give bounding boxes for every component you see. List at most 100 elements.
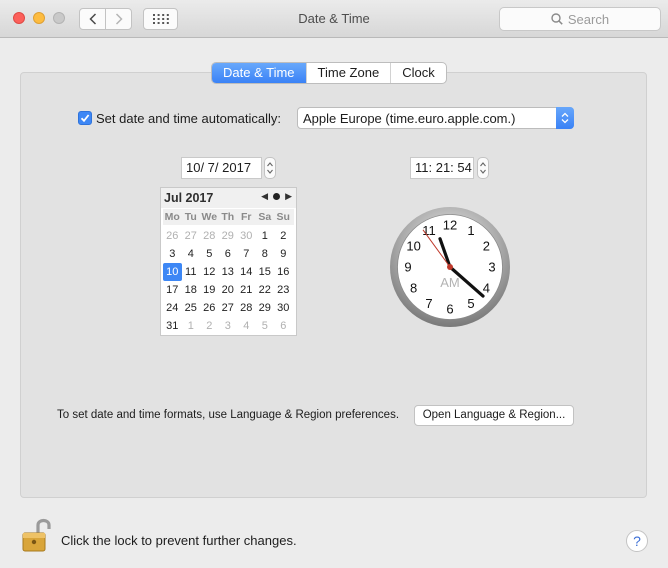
- calendar-day[interactable]: 6: [219, 245, 238, 263]
- previous-month-icon[interactable]: ◀: [261, 191, 268, 202]
- auto-time-label: Set date and time automatically:: [96, 110, 281, 126]
- popup-arrows-icon: [556, 107, 574, 129]
- calendar-day[interactable]: 17: [163, 281, 182, 299]
- weekday-label: Fr: [241, 211, 252, 223]
- calendar-day[interactable]: 27: [182, 227, 201, 245]
- search-icon: [551, 13, 563, 25]
- date-stepper[interactable]: [264, 157, 276, 179]
- formats-hint: To set date and time formats, use Langua…: [57, 409, 400, 421]
- clock-number: 10: [406, 239, 420, 254]
- time-stepper[interactable]: [477, 157, 489, 179]
- open-language-region-button[interactable]: Open Language & Region...: [414, 405, 574, 426]
- calendar: Jul 2017 ◀ ▶ Mo Tu We Th Fr Sa Su 26 27 28…: [160, 187, 297, 336]
- calendar-day[interactable]: 28: [237, 299, 256, 317]
- calendar-day[interactable]: 13: [219, 263, 238, 281]
- calendar-day[interactable]: 29: [256, 299, 275, 317]
- clock-number: 12: [443, 218, 457, 233]
- calendar-day[interactable]: 28: [200, 227, 219, 245]
- calendar-nav: ◀ ▶: [256, 191, 292, 202]
- weekday-label: We: [201, 211, 218, 223]
- title-bar: Date & Time Search: [0, 0, 668, 38]
- calendar-day[interactable]: 6: [274, 317, 293, 335]
- calendar-day[interactable]: 11: [182, 263, 201, 281]
- lock-message: Click the lock to prevent further change…: [61, 533, 297, 548]
- time-field[interactable]: 11: 21: 54: [410, 157, 474, 179]
- weekday-label: Mo: [164, 211, 180, 223]
- calendar-header: Jul 2017 ◀ ▶: [161, 188, 296, 208]
- tab-clock[interactable]: Clock: [390, 63, 446, 83]
- search-placeholder: Search: [567, 11, 610, 27]
- calendar-day[interactable]: 14: [237, 263, 256, 281]
- auto-time-row: Set date and time automatically:: [78, 108, 281, 128]
- calendar-day[interactable]: 20: [219, 281, 238, 299]
- clock-period: AM: [440, 275, 460, 290]
- calendar-weekday-row: Mo Tu We Th Fr Sa Su: [163, 209, 294, 225]
- clock-number: 1: [467, 223, 474, 238]
- clock-number: 4: [483, 281, 490, 296]
- clock-number: 8: [410, 281, 417, 296]
- calendar-day[interactable]: 24: [163, 299, 182, 317]
- next-month-icon[interactable]: ▶: [285, 191, 292, 202]
- calendar-day[interactable]: 4: [182, 245, 201, 263]
- stepper-arrows-icon: [480, 162, 486, 174]
- clock-number: 2: [483, 239, 490, 254]
- calendar-day[interactable]: 30: [237, 227, 256, 245]
- calendar-day[interactable]: 27: [219, 299, 238, 317]
- tab-bar: Date & Time Time Zone Clock: [211, 62, 447, 84]
- calendar-month-label: Jul 2017: [164, 191, 214, 205]
- analog-clock: 12 12 3 45678 9 1011 AM: [390, 207, 510, 327]
- calendar-day[interactable]: 3: [219, 317, 238, 335]
- calendar-day[interactable]: 26: [163, 227, 182, 245]
- calendar-day[interactable]: 26: [200, 299, 219, 317]
- calendar-day[interactable]: 23: [274, 281, 293, 299]
- calendar-day[interactable]: 21: [237, 281, 256, 299]
- calendar-day[interactable]: 5: [256, 317, 275, 335]
- clock-number: 6: [446, 302, 453, 317]
- calendar-day[interactable]: 30: [274, 299, 293, 317]
- clock-number: 9: [404, 260, 411, 275]
- stepper-arrows-icon: [267, 162, 273, 174]
- calendar-day[interactable]: 7: [237, 245, 256, 263]
- time-server-value: Apple Europe (time.euro.apple.com.): [303, 111, 516, 126]
- calendar-day[interactable]: 16: [274, 263, 293, 281]
- calendar-day[interactable]: 1: [182, 317, 201, 335]
- calendar-day[interactable]: 15: [256, 263, 275, 281]
- calendar-day[interactable]: 18: [182, 281, 201, 299]
- calendar-day-grid: 26 27 28 29 30 1 2 3 4 5 6 7 8 9 10 11 12 13 14 15 16 17 18 19 2…: [163, 227, 293, 335]
- clock-number: 11: [422, 223, 436, 238]
- clock-center-pin: [447, 264, 453, 270]
- clock-number: 3: [488, 260, 495, 275]
- clock-number: 5: [467, 296, 474, 311]
- weekday-label: Su: [276, 211, 290, 223]
- calendar-day[interactable]: 31: [163, 317, 182, 335]
- date-field[interactable]: 10/ 7/ 2017: [181, 157, 262, 179]
- auto-time-checkbox[interactable]: [78, 111, 92, 125]
- tab-time-zone[interactable]: Time Zone: [305, 63, 391, 83]
- calendar-day[interactable]: 9: [274, 245, 293, 263]
- calendar-day[interactable]: 29: [219, 227, 238, 245]
- calendar-day[interactable]: 12: [200, 263, 219, 281]
- calendar-day[interactable]: 10: [163, 263, 182, 281]
- help-button[interactable]: ?: [626, 530, 648, 552]
- checkmark-icon: [80, 114, 90, 123]
- calendar-day[interactable]: 2: [200, 317, 219, 335]
- calendar-day[interactable]: 1: [256, 227, 275, 245]
- calendar-day[interactable]: 8: [256, 245, 275, 263]
- tab-date-time[interactable]: Date & Time: [212, 63, 306, 83]
- calendar-day[interactable]: 25: [182, 299, 201, 317]
- today-dot-icon[interactable]: [273, 192, 281, 202]
- search-field[interactable]: Search: [499, 7, 661, 31]
- calendar-day[interactable]: 19: [200, 281, 219, 299]
- calendar-day[interactable]: 5: [200, 245, 219, 263]
- calendar-day[interactable]: 3: [163, 245, 182, 263]
- content-panel: [20, 72, 647, 498]
- calendar-day[interactable]: 22: [256, 281, 275, 299]
- clock-number: 7: [425, 296, 432, 311]
- weekday-label: Th: [221, 211, 235, 223]
- weekday-label: Tu: [184, 211, 197, 223]
- time-server-popup[interactable]: Apple Europe (time.euro.apple.com.): [297, 107, 574, 129]
- calendar-day[interactable]: 2: [274, 227, 293, 245]
- calendar-day[interactable]: 4: [237, 317, 256, 335]
- weekday-label: Sa: [258, 211, 272, 223]
- lock-icon[interactable]: [20, 517, 54, 553]
